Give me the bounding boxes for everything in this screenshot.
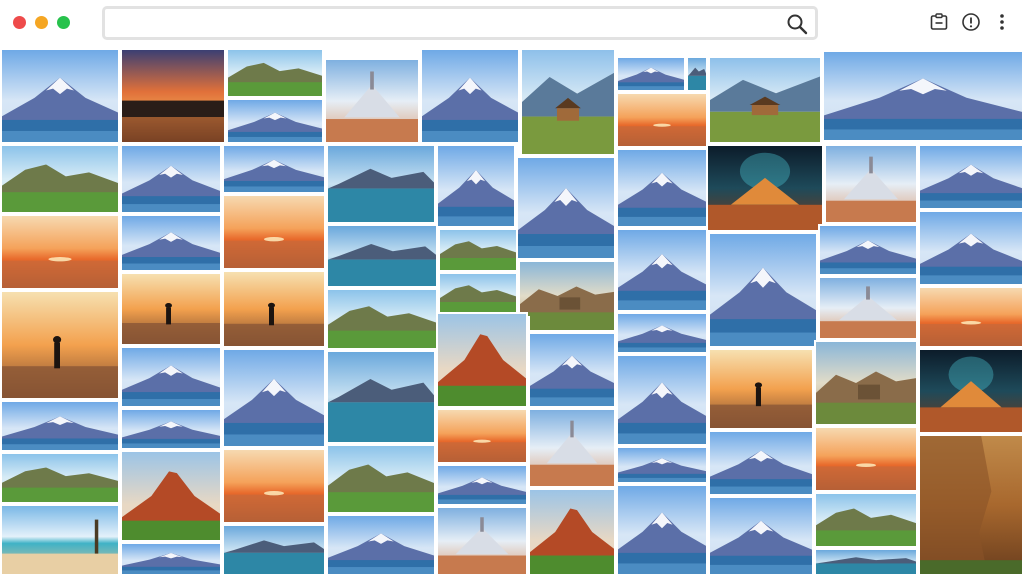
gallery-thumbnail[interactable] <box>436 312 528 408</box>
gallery-thumbnail[interactable] <box>436 144 516 228</box>
gallery-thumbnail[interactable] <box>814 340 918 426</box>
gallery-thumbnail[interactable] <box>616 56 686 92</box>
gallery-thumbnail[interactable] <box>520 48 616 156</box>
gallery-thumbnail[interactable] <box>326 144 436 224</box>
gallery-thumbnail[interactable] <box>616 228 708 312</box>
gallery-thumbnail[interactable] <box>518 260 616 332</box>
gallery-thumbnail[interactable] <box>918 348 1024 434</box>
gallery-thumbnail[interactable] <box>222 524 326 576</box>
gallery-thumbnail[interactable] <box>222 270 326 348</box>
gallery-thumbnail[interactable] <box>918 286 1024 348</box>
window-minimize-button[interactable] <box>35 16 48 29</box>
gallery-thumbnail[interactable] <box>616 92 708 148</box>
gallery-thumbnail[interactable] <box>824 144 918 224</box>
gallery-thumbnail[interactable] <box>814 548 918 576</box>
gallery-thumbnail[interactable] <box>822 50 1024 142</box>
gallery-thumbnail[interactable] <box>436 464 528 506</box>
gallery-thumbnail[interactable] <box>222 348 326 448</box>
browser-toolbar <box>0 0 1024 48</box>
clipboard-icon[interactable] <box>928 11 950 33</box>
search-bar <box>102 6 818 40</box>
gallery-thumbnail[interactable] <box>420 48 520 144</box>
gallery-thumbnail[interactable] <box>814 492 918 548</box>
gallery-thumbnail[interactable] <box>326 288 438 350</box>
gallery-thumbnail[interactable] <box>222 144 326 194</box>
gallery-thumbnail[interactable] <box>708 496 814 576</box>
gallery-thumbnail[interactable] <box>616 484 708 576</box>
gallery-thumbnail[interactable] <box>222 194 326 270</box>
window-maximize-button[interactable] <box>57 16 70 29</box>
gallery-thumbnail[interactable] <box>0 144 120 214</box>
gallery-thumbnail[interactable] <box>326 514 436 576</box>
gallery-thumbnail[interactable] <box>708 232 818 348</box>
gallery-thumbnail[interactable] <box>326 224 438 288</box>
gallery-thumbnail[interactable] <box>528 408 616 488</box>
more-vertical-icon[interactable] <box>991 11 1013 33</box>
gallery-thumbnail[interactable] <box>686 56 708 92</box>
gallery-thumbnail[interactable] <box>0 504 120 576</box>
gallery-thumbnail[interactable] <box>324 58 420 144</box>
gallery-thumbnail[interactable] <box>438 228 518 272</box>
gallery-thumbnail[interactable] <box>120 144 222 214</box>
gallery-thumbnail[interactable] <box>528 488 616 576</box>
gallery-thumbnail[interactable] <box>120 542 222 576</box>
gallery-thumbnail[interactable] <box>814 426 918 492</box>
gallery-thumbnail[interactable] <box>918 144 1024 210</box>
gallery-thumbnail[interactable] <box>708 348 814 430</box>
gallery-thumbnail[interactable] <box>0 452 120 504</box>
image-grid <box>0 48 1024 576</box>
gallery-thumbnail[interactable] <box>818 276 918 340</box>
search-input[interactable] <box>113 13 773 33</box>
info-icon[interactable] <box>960 11 982 33</box>
gallery-thumbnail[interactable] <box>616 354 708 446</box>
gallery-thumbnail[interactable] <box>616 446 708 484</box>
gallery-thumbnail[interactable] <box>616 148 708 228</box>
gallery-thumbnail[interactable] <box>222 448 326 524</box>
gallery-thumbnail[interactable] <box>706 144 824 232</box>
gallery-thumbnail[interactable] <box>120 346 222 408</box>
gallery-thumbnail[interactable] <box>708 430 814 496</box>
window-close-button[interactable] <box>13 16 26 29</box>
gallery-thumbnail[interactable] <box>120 48 226 144</box>
gallery-thumbnail[interactable] <box>436 506 528 576</box>
gallery-thumbnail[interactable] <box>436 408 528 464</box>
gallery-thumbnail[interactable] <box>120 450 222 542</box>
gallery-thumbnail[interactable] <box>226 98 324 144</box>
gallery-thumbnail[interactable] <box>438 272 518 316</box>
gallery-thumbnail[interactable] <box>120 408 222 450</box>
gallery-thumbnail[interactable] <box>918 434 1024 576</box>
gallery-thumbnail[interactable] <box>0 214 120 290</box>
gallery-thumbnail[interactable] <box>0 290 120 400</box>
gallery-thumbnail[interactable] <box>918 210 1024 286</box>
gallery-thumbnail[interactable] <box>0 48 120 144</box>
gallery-thumbnail[interactable] <box>516 156 616 260</box>
gallery-thumbnail[interactable] <box>226 48 324 98</box>
gallery-thumbnail[interactable] <box>326 350 436 444</box>
gallery-thumbnail[interactable] <box>120 272 222 346</box>
gallery-thumbnail[interactable] <box>120 214 222 272</box>
gallery-thumbnail[interactable] <box>0 400 120 452</box>
gallery-thumbnail[interactable] <box>326 444 436 514</box>
search-icon[interactable] <box>785 12 809 36</box>
gallery-thumbnail[interactable] <box>818 224 918 276</box>
gallery-thumbnail[interactable] <box>708 56 822 144</box>
gallery-thumbnail[interactable] <box>528 332 616 408</box>
gallery-thumbnail[interactable] <box>616 312 708 354</box>
